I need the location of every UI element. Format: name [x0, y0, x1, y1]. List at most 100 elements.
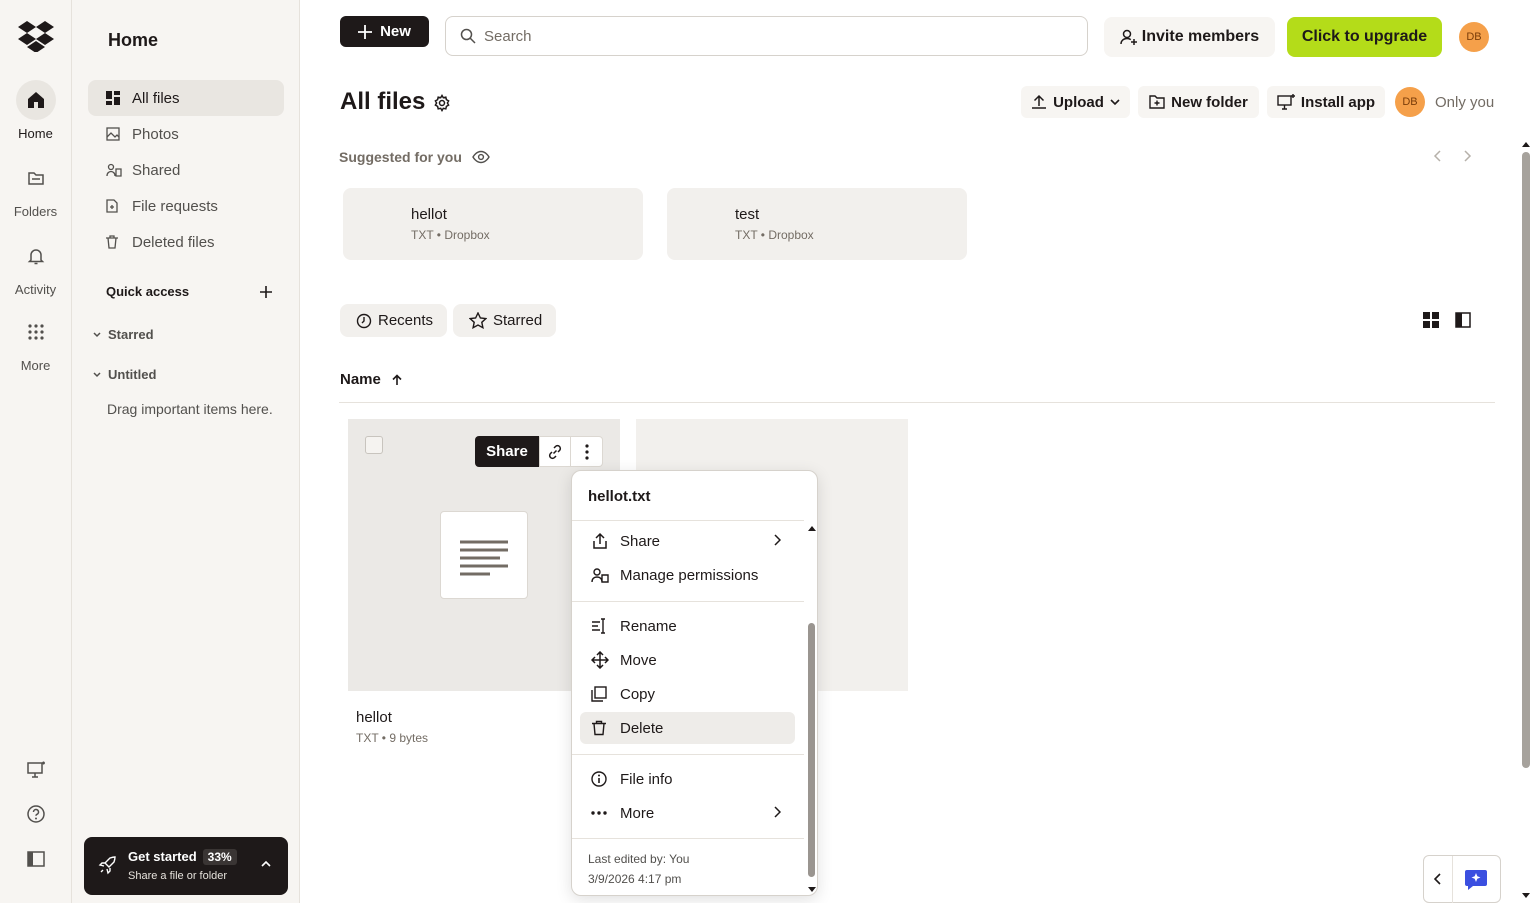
sidebar-group-untitled[interactable]: Untitled	[92, 367, 156, 382]
file-checkbox[interactable]	[365, 436, 383, 454]
menu-item-label: More	[620, 804, 655, 822]
sidebar-item-photos[interactable]: Photos	[88, 116, 284, 152]
upload-button[interactable]: Upload	[1021, 86, 1130, 118]
menu-item-delete[interactable]: Delete	[580, 712, 795, 744]
tile-share-button[interactable]: Share	[475, 436, 539, 467]
assistant-widget	[1423, 855, 1501, 903]
search-input[interactable]: Search	[445, 16, 1088, 56]
new-button-label: New	[380, 23, 411, 40]
gear-icon[interactable]	[433, 94, 451, 112]
sidebar-title: Home	[108, 30, 159, 50]
account-avatar[interactable]: DB	[1459, 22, 1489, 52]
rename-icon	[591, 618, 609, 634]
chevron-up-icon[interactable]	[260, 859, 272, 869]
filter-label: Recents	[378, 312, 434, 329]
grid-icon	[16, 312, 56, 352]
rail-item-folders[interactable]: Folders	[0, 158, 71, 219]
menu-item-label: Delete	[620, 719, 664, 737]
rail-item-activity[interactable]: Activity	[0, 236, 71, 297]
add-user-icon	[1120, 28, 1138, 46]
chevron-down-icon	[92, 370, 102, 380]
visibility-label[interactable]: Only you	[1435, 94, 1494, 111]
scroll-down-arrow-icon[interactable]	[1521, 892, 1531, 900]
grid-view-icon[interactable]	[1423, 312, 1439, 328]
chevron-right-icon[interactable]	[1462, 148, 1472, 164]
rail-label: Activity	[14, 282, 57, 297]
sidebar-item-deleted-files[interactable]: Deleted files	[88, 224, 284, 260]
bell-icon	[16, 236, 56, 276]
menu-item-move[interactable]: Move	[580, 644, 795, 676]
eye-icon[interactable]	[472, 150, 490, 164]
trash-icon	[591, 720, 609, 736]
suggested-card-name: hellot	[411, 206, 447, 223]
menu-item-label: Move	[620, 651, 657, 669]
sidebar-group-starred[interactable]: Starred	[92, 327, 154, 342]
menu-footer: Last edited by: You 3/9/2026 4:17 pm	[588, 849, 689, 889]
suggested-card-meta: TXT • Dropbox	[735, 228, 814, 242]
menu-item-share[interactable]: Share	[580, 525, 795, 557]
move-icon	[591, 651, 609, 669]
menu-item-file-info[interactable]: File info	[580, 763, 795, 795]
preview-pane-icon[interactable]	[1455, 312, 1471, 328]
copy-link-icon[interactable]	[539, 436, 571, 467]
get-started-title: Get started 33%	[128, 849, 237, 865]
chat-icon[interactable]	[1464, 869, 1488, 891]
page-scrollbar-thumb[interactable]	[1522, 152, 1530, 768]
text-file-icon	[440, 511, 528, 599]
sidebar-item-label: File requests	[132, 197, 218, 215]
upgrade-button[interactable]: Click to upgrade	[1287, 17, 1442, 57]
new-folder-button[interactable]: New folder	[1138, 86, 1259, 118]
suggested-card[interactable]: test TXT • Dropbox	[667, 188, 967, 260]
chevron-left-icon[interactable]	[1433, 148, 1443, 164]
menu-item-label: File info	[620, 770, 673, 788]
menu-scrollbar-thumb[interactable]	[808, 623, 815, 877]
sort-name-header[interactable]: Name	[340, 371, 403, 388]
list-divider	[339, 402, 1495, 403]
install-app-label: Install app	[1300, 93, 1376, 111]
rail-item-more[interactable]: More	[0, 312, 71, 373]
suggested-card[interactable]: hellot TXT • Dropbox	[343, 188, 643, 260]
sidebar-item-file-requests[interactable]: File requests	[88, 188, 284, 224]
install-app-button[interactable]: Install app	[1267, 86, 1385, 118]
menu-item-rename[interactable]: Rename	[580, 610, 795, 642]
sidebar-item-label: Deleted files	[132, 233, 215, 251]
help-icon[interactable]	[24, 802, 48, 826]
collapse-sidebar-icon[interactable]	[24, 847, 48, 871]
rail-label: More	[20, 358, 51, 373]
chevron-down-icon	[1110, 98, 1120, 106]
sidebar-item-shared[interactable]: Shared	[88, 152, 284, 188]
add-quick-access-icon[interactable]	[260, 285, 272, 298]
owner-avatar: DB	[1395, 87, 1425, 117]
home-icon	[15, 80, 56, 120]
desktop-app-icon[interactable]	[24, 758, 48, 782]
menu-divider	[572, 754, 804, 755]
shared-icon	[106, 163, 122, 177]
sidebar-group-label: Untitled	[108, 367, 157, 382]
sidebar: Home All files Photos Shared File reques…	[72, 0, 300, 903]
sidebar-item-all-files[interactable]: All files	[88, 80, 284, 116]
dropbox-logo-icon[interactable]	[18, 20, 54, 52]
menu-item-manage-permissions[interactable]: Manage permissions	[580, 559, 795, 591]
rail-label: Folders	[13, 204, 58, 219]
invite-members-button[interactable]: Invite members	[1104, 17, 1275, 57]
chevron-right-icon	[773, 806, 781, 818]
scroll-up-arrow-icon[interactable]	[1521, 140, 1531, 148]
rail-item-home[interactable]: Home	[0, 80, 71, 141]
get-started-card[interactable]: Get started 33% Share a file or folder	[84, 837, 288, 895]
quick-access-header: Quick access	[106, 284, 272, 299]
filter-starred[interactable]: Starred	[453, 304, 557, 337]
new-folder-icon	[1149, 95, 1165, 109]
menu-item-more[interactable]: More	[580, 797, 795, 829]
rocket-icon	[98, 855, 118, 875]
trash-icon	[106, 235, 122, 249]
file-name[interactable]: hellot	[356, 709, 392, 726]
menu-item-copy[interactable]: Copy	[580, 678, 795, 710]
new-button[interactable]: New	[340, 16, 429, 47]
file-meta: TXT • 9 bytes	[356, 731, 429, 745]
sidebar-nav: All files Photos Shared File requests De…	[88, 80, 284, 260]
chevron-left-icon[interactable]	[1434, 872, 1442, 886]
folder-icon	[16, 158, 56, 198]
filter-recents[interactable]: Recents	[340, 304, 448, 337]
more-options-icon[interactable]	[571, 436, 603, 467]
permissions-icon	[591, 567, 609, 583]
